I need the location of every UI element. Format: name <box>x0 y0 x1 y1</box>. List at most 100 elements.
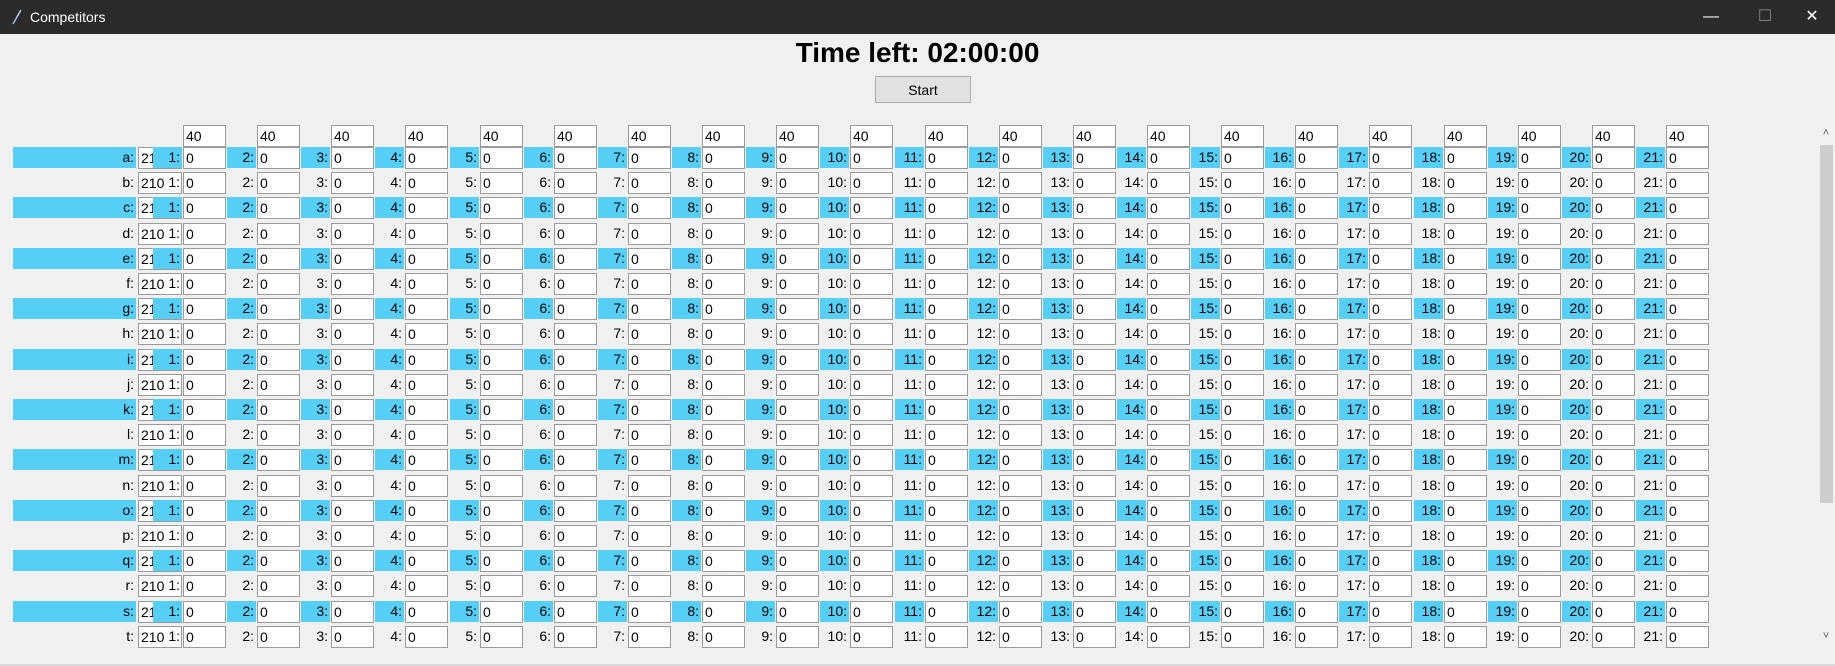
value-input[interactable]: 0 <box>1518 197 1561 219</box>
value-input[interactable]: 0 <box>405 248 448 270</box>
value-input[interactable]: 0 <box>925 374 968 396</box>
value-input[interactable]: 0 <box>183 449 226 471</box>
value-input[interactable]: 0 <box>628 197 671 219</box>
value-input[interactable]: 0 <box>1295 475 1338 497</box>
close-button[interactable]: ✕ <box>1789 0 1835 34</box>
value-input[interactable]: 0 <box>405 172 448 194</box>
value-input[interactable]: 0 <box>1221 399 1264 421</box>
value-input[interactable]: 0 <box>480 550 523 572</box>
value-input[interactable]: 0 <box>1073 273 1116 295</box>
value-input[interactable]: 0 <box>925 147 968 169</box>
value-input[interactable]: 0 <box>183 500 226 522</box>
value-input[interactable]: 0 <box>183 399 226 421</box>
value-input[interactable]: 0 <box>925 248 968 270</box>
value-input[interactable]: 0 <box>405 399 448 421</box>
value-input[interactable]: 0 <box>331 399 374 421</box>
value-input[interactable]: 0 <box>776 323 819 345</box>
value-input[interactable]: 0 <box>1444 197 1487 219</box>
value-input[interactable]: 0 <box>999 147 1042 169</box>
value-input[interactable]: 0 <box>702 374 745 396</box>
value-input[interactable]: 0 <box>776 424 819 446</box>
value-input[interactable]: 0 <box>1147 374 1190 396</box>
value-input[interactable]: 0 <box>1369 449 1412 471</box>
value-input[interactable]: 0 <box>999 374 1042 396</box>
value-input[interactable]: 0 <box>1147 399 1190 421</box>
value-input[interactable]: 0 <box>554 525 597 547</box>
value-input[interactable]: 0 <box>1295 575 1338 597</box>
value-input[interactable]: 0 <box>628 399 671 421</box>
value-input[interactable]: 0 <box>1592 399 1635 421</box>
value-input[interactable]: 0 <box>850 223 893 245</box>
value-input[interactable]: 0 <box>702 323 745 345</box>
value-input[interactable]: 0 <box>628 449 671 471</box>
value-input[interactable]: 0 <box>1592 248 1635 270</box>
value-input[interactable]: 0 <box>1295 525 1338 547</box>
value-input[interactable]: 0 <box>1369 248 1412 270</box>
value-input[interactable]: 0 <box>480 500 523 522</box>
value-input[interactable]: 0 <box>1295 550 1338 572</box>
value-input[interactable]: 0 <box>776 500 819 522</box>
value-input[interactable]: 0 <box>257 525 300 547</box>
value-input[interactable]: 0 <box>1518 475 1561 497</box>
value-input[interactable]: 0 <box>999 601 1042 623</box>
value-input[interactable]: 0 <box>1073 449 1116 471</box>
value-input[interactable]: 0 <box>1518 500 1561 522</box>
value-input[interactable]: 0 <box>702 424 745 446</box>
value-input[interactable]: 0 <box>1518 550 1561 572</box>
value-input[interactable]: 0 <box>1444 223 1487 245</box>
value-input[interactable]: 0 <box>702 298 745 320</box>
value-input[interactable]: 0 <box>183 626 226 648</box>
value-input[interactable]: 0 <box>1666 550 1709 572</box>
value-input[interactable]: 0 <box>850 273 893 295</box>
value-input[interactable]: 0 <box>405 323 448 345</box>
value-input[interactable]: 0 <box>850 248 893 270</box>
value-input[interactable]: 0 <box>1295 500 1338 522</box>
value-input[interactable]: 0 <box>999 550 1042 572</box>
value-input[interactable]: 0 <box>776 349 819 371</box>
value-input[interactable]: 0 <box>1221 500 1264 522</box>
value-input[interactable]: 0 <box>257 273 300 295</box>
value-input[interactable]: 0 <box>1666 374 1709 396</box>
value-input[interactable]: 0 <box>405 147 448 169</box>
value-input[interactable]: 0 <box>628 601 671 623</box>
header-value-input[interactable]: 40 <box>776 125 819 147</box>
value-input[interactable]: 0 <box>628 349 671 371</box>
value-input[interactable]: 0 <box>1369 601 1412 623</box>
value-input[interactable]: 0 <box>702 500 745 522</box>
value-input[interactable]: 0 <box>999 449 1042 471</box>
value-input[interactable]: 0 <box>776 601 819 623</box>
value-input[interactable]: 0 <box>1666 500 1709 522</box>
value-input[interactable]: 0 <box>554 349 597 371</box>
value-input[interactable]: 0 <box>1147 601 1190 623</box>
value-input[interactable]: 0 <box>554 449 597 471</box>
value-input[interactable]: 0 <box>1369 475 1412 497</box>
value-input[interactable]: 0 <box>925 626 968 648</box>
value-input[interactable]: 0 <box>776 147 819 169</box>
value-input[interactable]: 0 <box>628 475 671 497</box>
value-input[interactable]: 0 <box>405 273 448 295</box>
value-input[interactable]: 0 <box>1666 147 1709 169</box>
value-input[interactable]: 0 <box>257 223 300 245</box>
header-value-input[interactable]: 40 <box>1369 125 1412 147</box>
value-input[interactable]: 0 <box>850 298 893 320</box>
value-input[interactable]: 0 <box>702 550 745 572</box>
value-input[interactable]: 0 <box>925 399 968 421</box>
header-value-input[interactable]: 40 <box>850 125 893 147</box>
value-input[interactable]: 0 <box>183 172 226 194</box>
value-input[interactable]: 0 <box>1369 172 1412 194</box>
value-input[interactable]: 0 <box>331 500 374 522</box>
value-input[interactable]: 0 <box>480 626 523 648</box>
value-input[interactable]: 0 <box>702 525 745 547</box>
value-input[interactable]: 0 <box>480 449 523 471</box>
value-input[interactable]: 0 <box>331 449 374 471</box>
value-input[interactable]: 0 <box>257 399 300 421</box>
value-input[interactable]: 0 <box>480 298 523 320</box>
value-input[interactable]: 0 <box>183 197 226 219</box>
value-input[interactable]: 0 <box>925 424 968 446</box>
value-input[interactable]: 0 <box>331 424 374 446</box>
value-input[interactable]: 0 <box>1295 172 1338 194</box>
value-input[interactable]: 0 <box>257 248 300 270</box>
value-input[interactable]: 0 <box>776 575 819 597</box>
value-input[interactable]: 0 <box>1369 223 1412 245</box>
value-input[interactable]: 0 <box>331 349 374 371</box>
